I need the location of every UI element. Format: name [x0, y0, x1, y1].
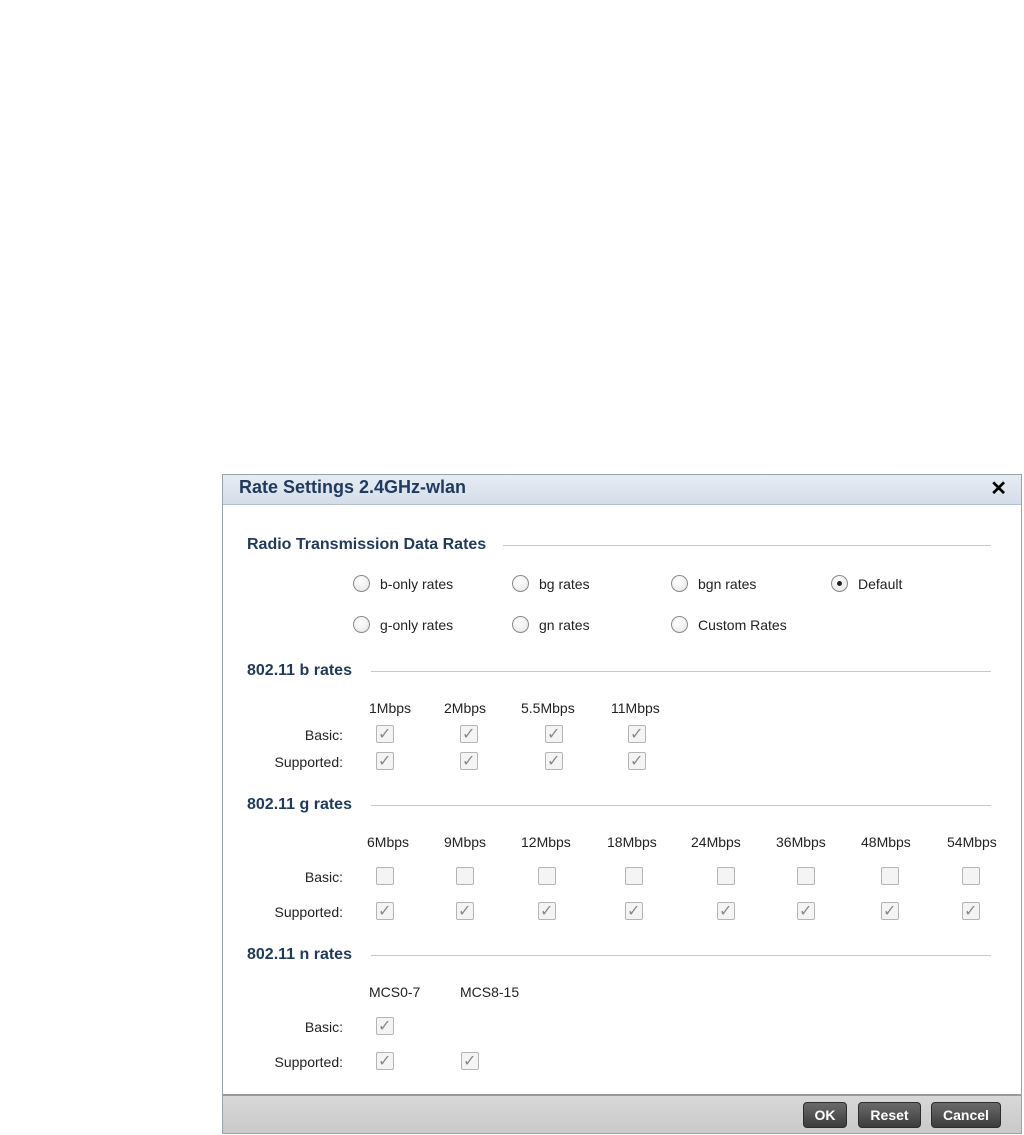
- g-supported-54mbps-checkbox[interactable]: [962, 901, 980, 920]
- radio-label: bgn rates: [698, 575, 757, 592]
- radio-button[interactable]: [512, 575, 529, 592]
- radio-b-only-rates[interactable]: b-only rates: [353, 575, 453, 592]
- b-supported-2mbps-checkbox[interactable]: [460, 751, 478, 770]
- g-rate-column-36mbps: 36Mbps: [776, 834, 826, 850]
- b-basic-label: Basic:: [304, 727, 343, 743]
- g-basic-9mbps-checkbox[interactable]: [456, 867, 474, 885]
- radio-button[interactable]: [353, 616, 370, 633]
- radio-button[interactable]: [512, 616, 529, 633]
- g-supported-6mbps-checkbox[interactable]: [376, 901, 394, 920]
- b-rate-column-11mbps: 11Mbps: [611, 700, 660, 716]
- b-supported-1mbps-checkbox[interactable]: [376, 751, 394, 770]
- n-supported-mcs8-15-checkbox[interactable]: [461, 1051, 479, 1070]
- g-rate-column-9mbps: 9Mbps: [444, 834, 487, 850]
- reset-button[interactable]: Reset: [858, 1102, 921, 1128]
- ok-button[interactable]: OK: [803, 1102, 847, 1128]
- dialog-titlebar: Rate Settings 2.4GHz-wlan ✕: [223, 475, 1021, 505]
- radio-button[interactable]: [671, 575, 688, 592]
- g-supported-24mbps-checkbox[interactable]: [717, 901, 735, 920]
- n-supported-mcs0-7-checkbox[interactable]: [376, 1051, 394, 1070]
- b-basic-11mbps-checkbox[interactable]: [628, 724, 646, 743]
- n-supported-label: Supported:: [274, 1054, 344, 1070]
- g-basic-6mbps-checkbox[interactable]: [376, 867, 394, 885]
- g-rate-column-54mbps: 54Mbps: [947, 834, 997, 850]
- rate-settings-dialog: Rate Settings 2.4GHz-wlan ✕ Radio Transm…: [222, 474, 1022, 1134]
- n-basic-mcs0-7-checkbox[interactable]: [376, 1016, 394, 1035]
- g-basic-24mbps-checkbox[interactable]: [717, 867, 735, 885]
- g-basic-48mbps-checkbox[interactable]: [881, 867, 899, 885]
- b-basic-5-5mbps-checkbox[interactable]: [545, 724, 563, 743]
- n-basic-label: Basic:: [304, 1019, 343, 1035]
- g-basic-18mbps-checkbox[interactable]: [625, 867, 643, 885]
- g-supported-12mbps-checkbox[interactable]: [538, 901, 556, 920]
- g-supported-48mbps-checkbox[interactable]: [881, 901, 899, 920]
- radio-rates-section-title: Radio Transmission Data Rates: [247, 536, 487, 553]
- g-basic-12mbps-checkbox[interactable]: [538, 867, 556, 885]
- radio-label: gn rates: [539, 616, 590, 633]
- radio-default[interactable]: Default: [831, 575, 902, 592]
- n-rates-section-title: 802.11 n rates: [247, 946, 352, 963]
- dialog-footer: OK Reset Cancel: [223, 1094, 1021, 1133]
- radio-button[interactable]: [671, 616, 688, 633]
- section-divider: [371, 671, 991, 672]
- radio-label: g-only rates: [380, 616, 454, 633]
- radio-button-selected[interactable]: [831, 575, 848, 592]
- g-basic-54mbps-checkbox[interactable]: [962, 867, 980, 885]
- radio-g-only-rates[interactable]: g-only rates: [353, 616, 453, 633]
- radio-label: Default: [858, 575, 903, 592]
- b-rate-column-2mbps: 2Mbps: [444, 700, 487, 716]
- cancel-button[interactable]: Cancel: [931, 1102, 1001, 1128]
- g-supported-9mbps-checkbox[interactable]: [456, 901, 474, 920]
- b-supported-11mbps-checkbox[interactable]: [628, 751, 646, 770]
- section-divider: [371, 805, 991, 806]
- g-rate-column-12mbps: 12Mbps: [521, 834, 571, 850]
- g-rate-column-24mbps: 24Mbps: [691, 834, 741, 850]
- b-basic-1mbps-checkbox[interactable]: [376, 724, 394, 743]
- close-icon[interactable]: ✕: [990, 476, 1007, 501]
- g-rate-column-48mbps: 48Mbps: [861, 834, 911, 850]
- n-rate-column-mcs8-15: MCS8-15: [460, 984, 520, 1000]
- radio-bg-rates[interactable]: bg rates: [512, 575, 590, 592]
- b-rate-column-1mbps: 1Mbps: [369, 700, 412, 716]
- radio-custom-rates[interactable]: Custom Rates: [671, 616, 787, 633]
- b-supported-label: Supported:: [274, 754, 344, 770]
- g-supported-label: Supported:: [274, 904, 344, 920]
- radio-button[interactable]: [353, 575, 370, 592]
- n-rate-column-mcs0-7: MCS0-7: [369, 984, 421, 1000]
- g-rates-section-title: 802.11 g rates: [247, 796, 352, 813]
- b-supported-5-5mbps-checkbox[interactable]: [545, 751, 563, 770]
- g-supported-36mbps-checkbox[interactable]: [797, 901, 815, 920]
- g-rate-column-6mbps: 6Mbps: [367, 834, 410, 850]
- radio-bgn-rates[interactable]: bgn rates: [671, 575, 756, 592]
- b-basic-2mbps-checkbox[interactable]: [460, 724, 478, 743]
- b-rates-section-title: 802.11 b rates: [247, 662, 352, 679]
- section-divider: [371, 955, 991, 956]
- g-rate-column-18mbps: 18Mbps: [607, 834, 657, 850]
- g-supported-18mbps-checkbox[interactable]: [625, 901, 643, 920]
- section-divider: [503, 545, 991, 546]
- dialog-title: Rate Settings 2.4GHz-wlan: [239, 477, 467, 497]
- radio-label: Custom Rates: [698, 616, 787, 633]
- g-basic-36mbps-checkbox[interactable]: [797, 867, 815, 885]
- g-basic-label: Basic:: [304, 869, 343, 885]
- radio-label: bg rates: [539, 575, 590, 592]
- radio-gn-rates[interactable]: gn rates: [512, 616, 590, 633]
- b-rate-column-5-5mbps: 5.5Mbps: [521, 700, 575, 716]
- radio-label: b-only rates: [380, 575, 454, 592]
